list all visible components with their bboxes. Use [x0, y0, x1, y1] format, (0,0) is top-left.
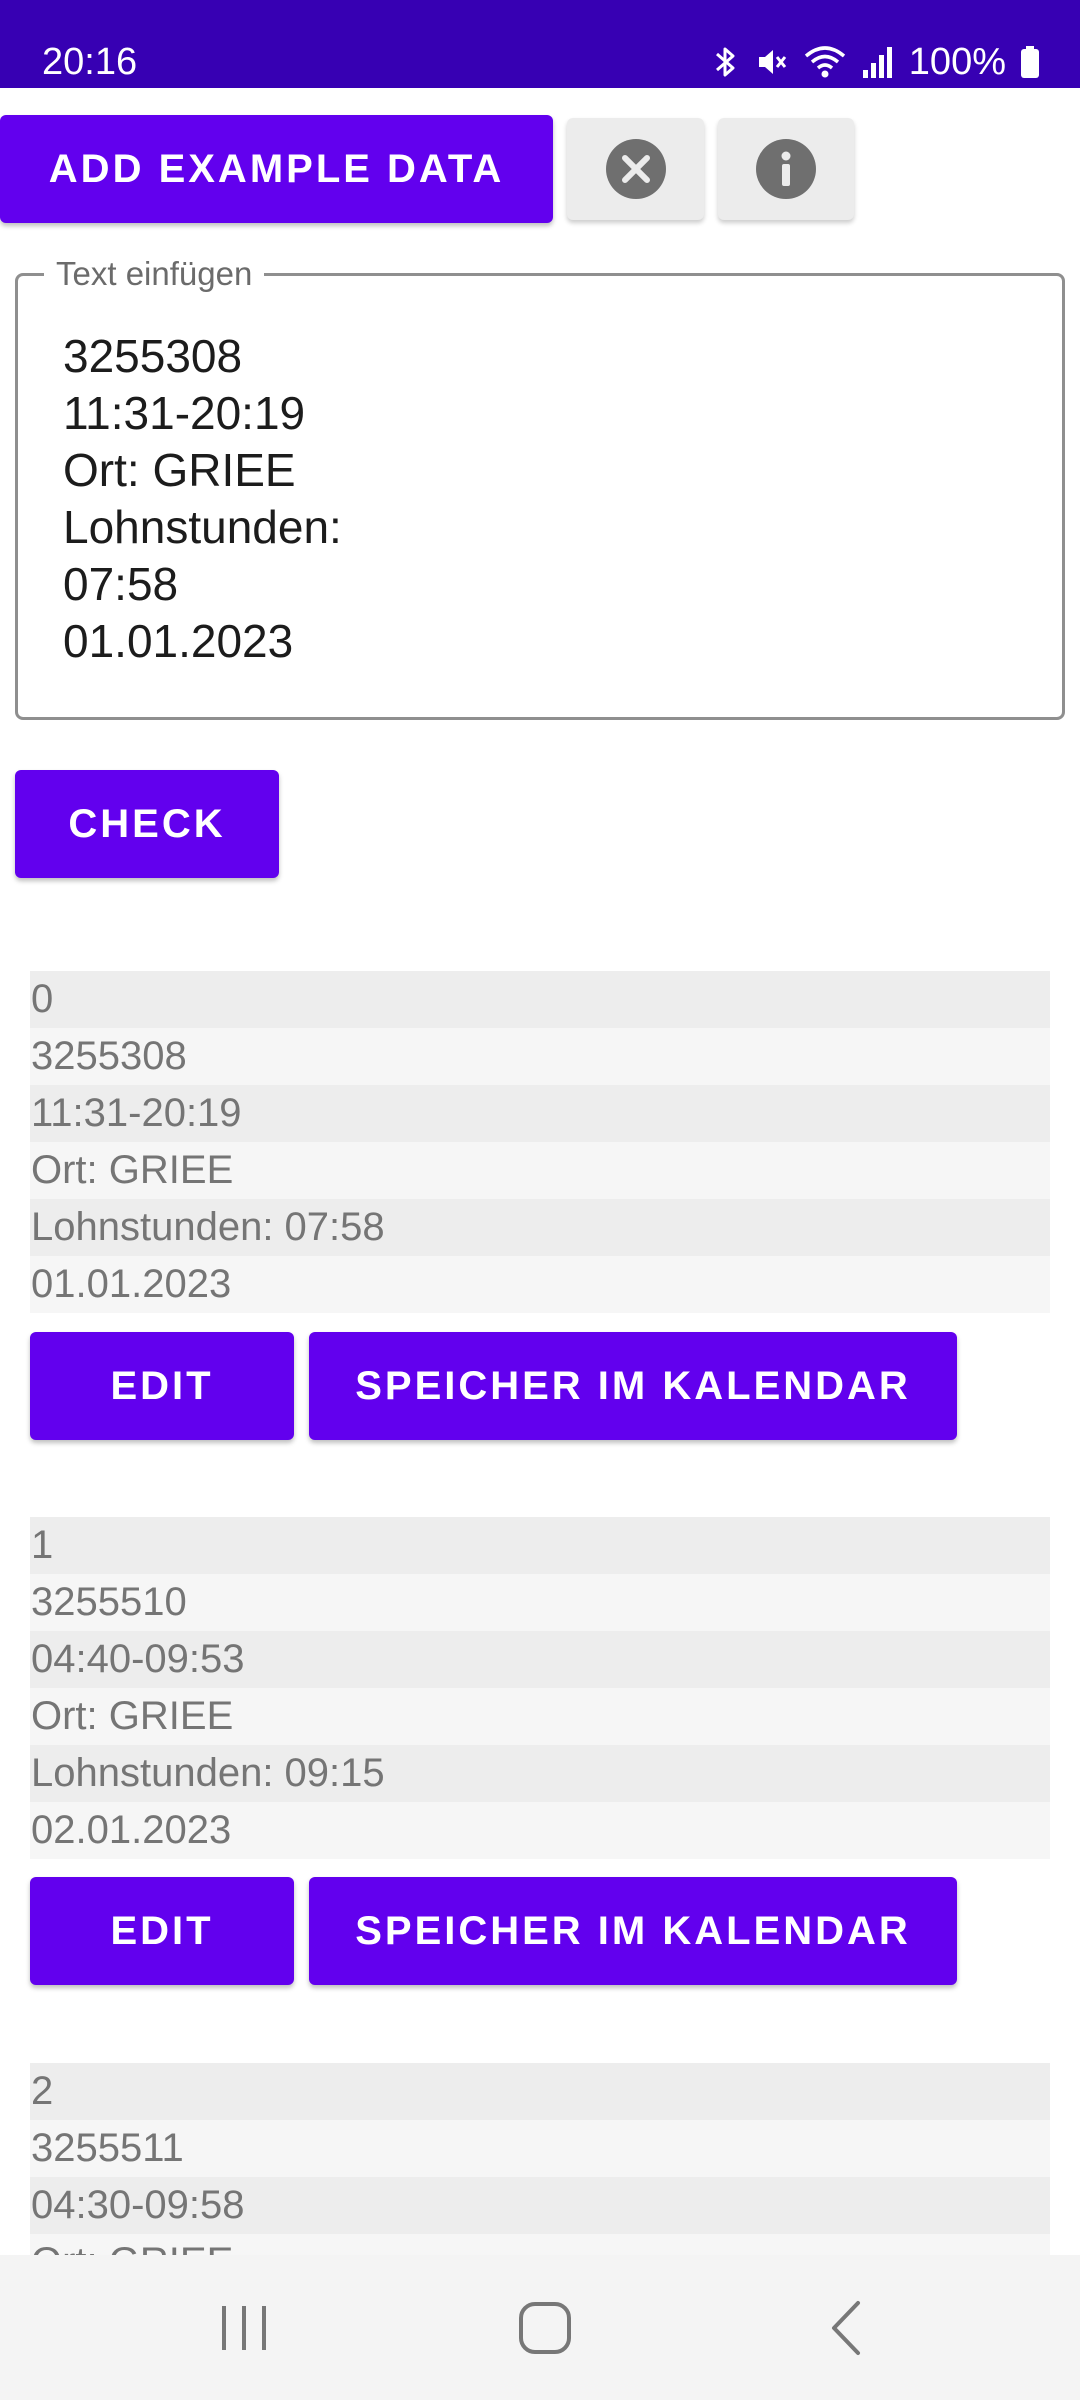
- save-to-calendar-button[interactable]: SPEICHER IM KALENDAR: [309, 1877, 957, 1985]
- entry-id: 3255511: [30, 2120, 1050, 2177]
- entry-index: 2: [30, 2063, 1050, 2120]
- entry-id: 3255510: [30, 1574, 1050, 1631]
- navigation-bar: [0, 2255, 1080, 2400]
- entry-wage-hours: Lohnstunden: 09:15: [30, 1745, 1050, 1802]
- add-example-data-button[interactable]: ADD EXAMPLE DATA: [0, 115, 553, 223]
- save-to-calendar-button[interactable]: SPEICHER IM KALENDAR: [309, 1332, 957, 1440]
- entry-wage-hours: Lohnstunden: 07:58: [30, 1199, 1050, 1256]
- back-icon[interactable]: [826, 2299, 866, 2357]
- battery-icon: [1021, 46, 1039, 78]
- battery-percentage: 100%: [908, 41, 1006, 83]
- info-icon: [756, 139, 816, 199]
- recent-apps-icon[interactable]: [214, 2300, 274, 2356]
- entry-date: 02.01.2023: [30, 1802, 1050, 1859]
- save-to-calendar-label: SPEICHER IM KALENDAR: [355, 1363, 911, 1408]
- status-time: 20:16: [42, 41, 138, 83]
- save-to-calendar-label: SPEICHER IM KALENDAR: [355, 1908, 911, 1953]
- edit-button[interactable]: EDIT: [30, 1877, 294, 1985]
- bluetooth-icon: [715, 47, 735, 77]
- signal-icon: [862, 47, 892, 78]
- text-input-value[interactable]: 3255308 11:31-20:19 Ort: GRIEE Lohnstund…: [63, 328, 342, 670]
- entry-time-range: 04:40-09:53: [30, 1631, 1050, 1688]
- entry-date: 01.01.2023: [30, 1256, 1050, 1313]
- text-input-label: Text einfügen: [44, 254, 265, 294]
- entry-location: Ort: GRIEE: [30, 1142, 1050, 1199]
- add-example-data-label: ADD EXAMPLE DATA: [48, 146, 505, 191]
- edit-button-label: EDIT: [110, 1908, 214, 1953]
- entry-id: 3255308: [30, 1028, 1050, 1085]
- wifi-icon: [804, 46, 845, 78]
- entry-time-range: 04:30-09:58: [30, 2177, 1050, 2234]
- entry-time-range: 11:31-20:19: [30, 1085, 1050, 1142]
- home-icon[interactable]: [516, 2299, 574, 2357]
- close-circle-icon: [605, 139, 666, 199]
- status-bar: 20:16 100%: [0, 0, 1080, 88]
- info-button[interactable]: [718, 118, 854, 220]
- entry-location: Ort: GRIEE: [30, 1688, 1050, 1745]
- status-icons: 100%: [713, 38, 1040, 86]
- edit-button[interactable]: EDIT: [30, 1332, 294, 1440]
- edit-button-label: EDIT: [110, 1363, 214, 1408]
- entry-index: 0: [30, 971, 1050, 1028]
- check-button[interactable]: CHECK: [15, 770, 279, 878]
- entry-index: 1: [30, 1517, 1050, 1574]
- clear-button[interactable]: [567, 118, 704, 220]
- mute-icon: [758, 50, 786, 74]
- text-input-field[interactable]: Text einfügen 3255308 11:31-20:19 Ort: G…: [15, 254, 1065, 720]
- check-button-label: CHECK: [68, 801, 226, 846]
